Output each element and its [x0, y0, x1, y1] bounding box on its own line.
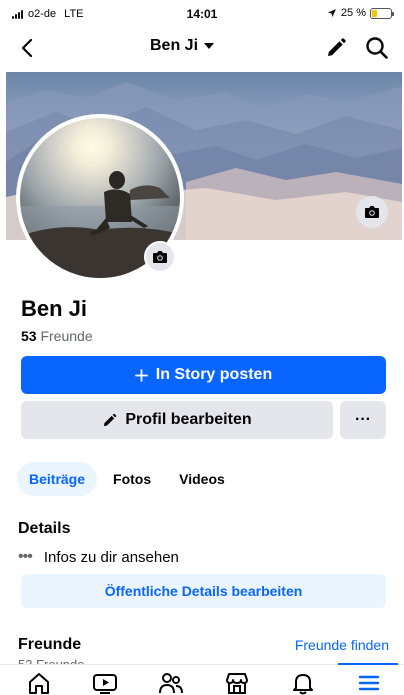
profile-switcher[interactable]: Ben Ji [150, 37, 215, 55]
camera-icon [365, 206, 379, 218]
tab-photos[interactable]: Fotos [101, 462, 163, 496]
tab-posts[interactable]: Beiträge [17, 462, 98, 496]
marketplace-icon[interactable] [224, 671, 250, 695]
bottom-navigation [0, 663, 404, 695]
details-info-row[interactable]: ••• Infos zu dir ansehen [18, 548, 179, 566]
edit-public-details-label: Öffentliche Details bearbeiten [104, 583, 303, 599]
more-dots-icon: ••• [18, 548, 33, 565]
camera-icon [153, 251, 167, 263]
plus-icon [134, 368, 148, 382]
tab-videos[interactable]: Videos [167, 462, 237, 496]
caret-down-icon [204, 43, 215, 49]
pencil-icon [104, 413, 117, 426]
location-arrow-icon [327, 9, 336, 17]
friends-count[interactable]: 53 Freunde [21, 328, 93, 344]
bell-icon[interactable] [290, 671, 316, 695]
battery-percent: 25 % [340, 7, 366, 19]
cover-camera-button[interactable] [356, 196, 388, 228]
more-options-button[interactable]: ··· [340, 401, 386, 439]
avatar-camera-button[interactable] [144, 241, 176, 273]
details-info-text: Infos zu dir ansehen [43, 548, 179, 566]
menu-icon[interactable] [356, 671, 382, 695]
active-tab-indicator [338, 663, 398, 665]
details-heading: Details [18, 520, 71, 537]
battery-info: 25 % [327, 7, 394, 19]
search-icon[interactable] [364, 35, 390, 61]
video-icon[interactable] [92, 671, 118, 695]
battery-icon [370, 7, 394, 19]
profile-name: Ben Ji [21, 296, 88, 321]
status-bar: o2-de LTE 14:01 25 % [0, 0, 404, 28]
back-arrow-icon[interactable] [16, 36, 40, 60]
friends-heading: Freunde [18, 636, 82, 653]
add-to-story-label: In Story posten [155, 366, 273, 383]
friends-count-label: Freunde [40, 328, 93, 344]
friends-icon[interactable] [158, 671, 184, 695]
pencil-icon[interactable] [324, 36, 348, 60]
header-title: Ben Ji [150, 37, 199, 54]
edit-profile-label: Profil bearbeiten [125, 411, 252, 428]
find-friends-link[interactable]: Freunde finden [295, 637, 389, 653]
edit-profile-button[interactable]: Profil bearbeiten [21, 401, 333, 439]
add-to-story-button[interactable]: In Story posten [21, 356, 386, 394]
home-icon[interactable] [26, 671, 52, 695]
top-header: Ben Ji [0, 28, 404, 68]
profile-tabs: Beiträge Fotos Videos [17, 462, 237, 496]
edit-public-details-button[interactable]: Öffentliche Details bearbeiten [21, 574, 386, 608]
friends-count-number: 53 [21, 328, 37, 344]
more-options-label: ··· [355, 411, 371, 428]
